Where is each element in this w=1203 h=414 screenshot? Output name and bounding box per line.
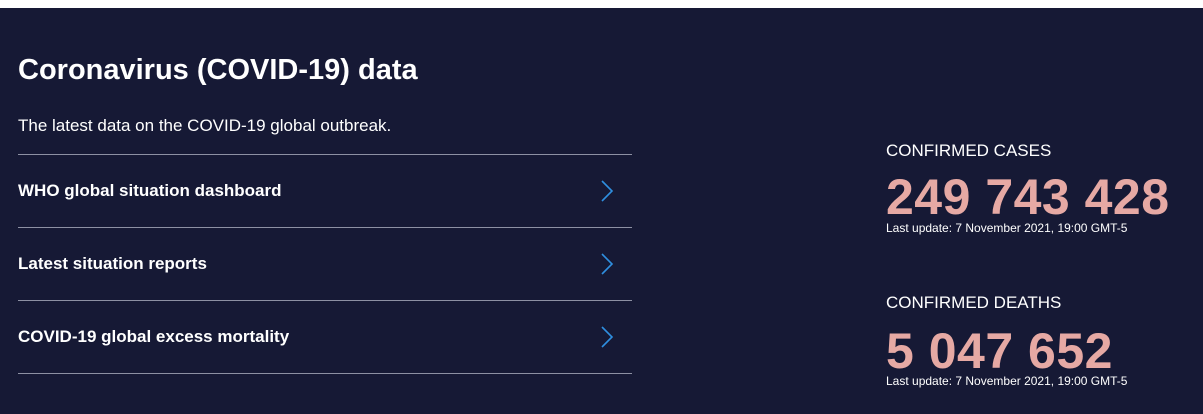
who-dashboard-link-label: WHO global situation dashboard	[18, 181, 282, 200]
chevron-right-icon	[601, 253, 614, 275]
page-title: Coronavirus (COVID-19) data	[18, 54, 418, 86]
excess-mortality-link-label: COVID-19 global excess mortality	[18, 327, 290, 346]
covid-data-panel: Coronavirus (COVID-19) data The latest d…	[0, 8, 1203, 414]
situation-reports-link-label: Latest situation reports	[18, 254, 207, 273]
confirmed-deaths-stat: CONFIRMED DEATHS 5 047 652 Last update: …	[886, 292, 1203, 388]
who-dashboard-link[interactable]: WHO global situation dashboard	[18, 154, 632, 227]
confirmed-deaths-last-update: Last update: 7 November 2021, 19:00 GMT-…	[886, 374, 1128, 388]
resource-links-list: WHO global situation dashboard Latest si…	[18, 154, 632, 374]
excess-mortality-link[interactable]: COVID-19 global excess mortality	[18, 300, 632, 374]
confirmed-deaths-label: CONFIRMED DEATHS	[886, 293, 1062, 312]
situation-reports-link[interactable]: Latest situation reports	[18, 227, 632, 300]
confirmed-cases-label: CONFIRMED CASES	[886, 141, 1052, 160]
chevron-right-icon	[601, 180, 614, 202]
confirmed-cases-stat: CONFIRMED CASES 249 743 428 Last update:…	[886, 140, 1203, 235]
confirmed-cases-value: 249 743 428	[886, 169, 1170, 225]
page-subtitle: The latest data on the COVID-19 global o…	[18, 116, 392, 135]
confirmed-deaths-value: 5 047 652	[886, 323, 1113, 379]
chevron-right-icon	[601, 326, 614, 348]
